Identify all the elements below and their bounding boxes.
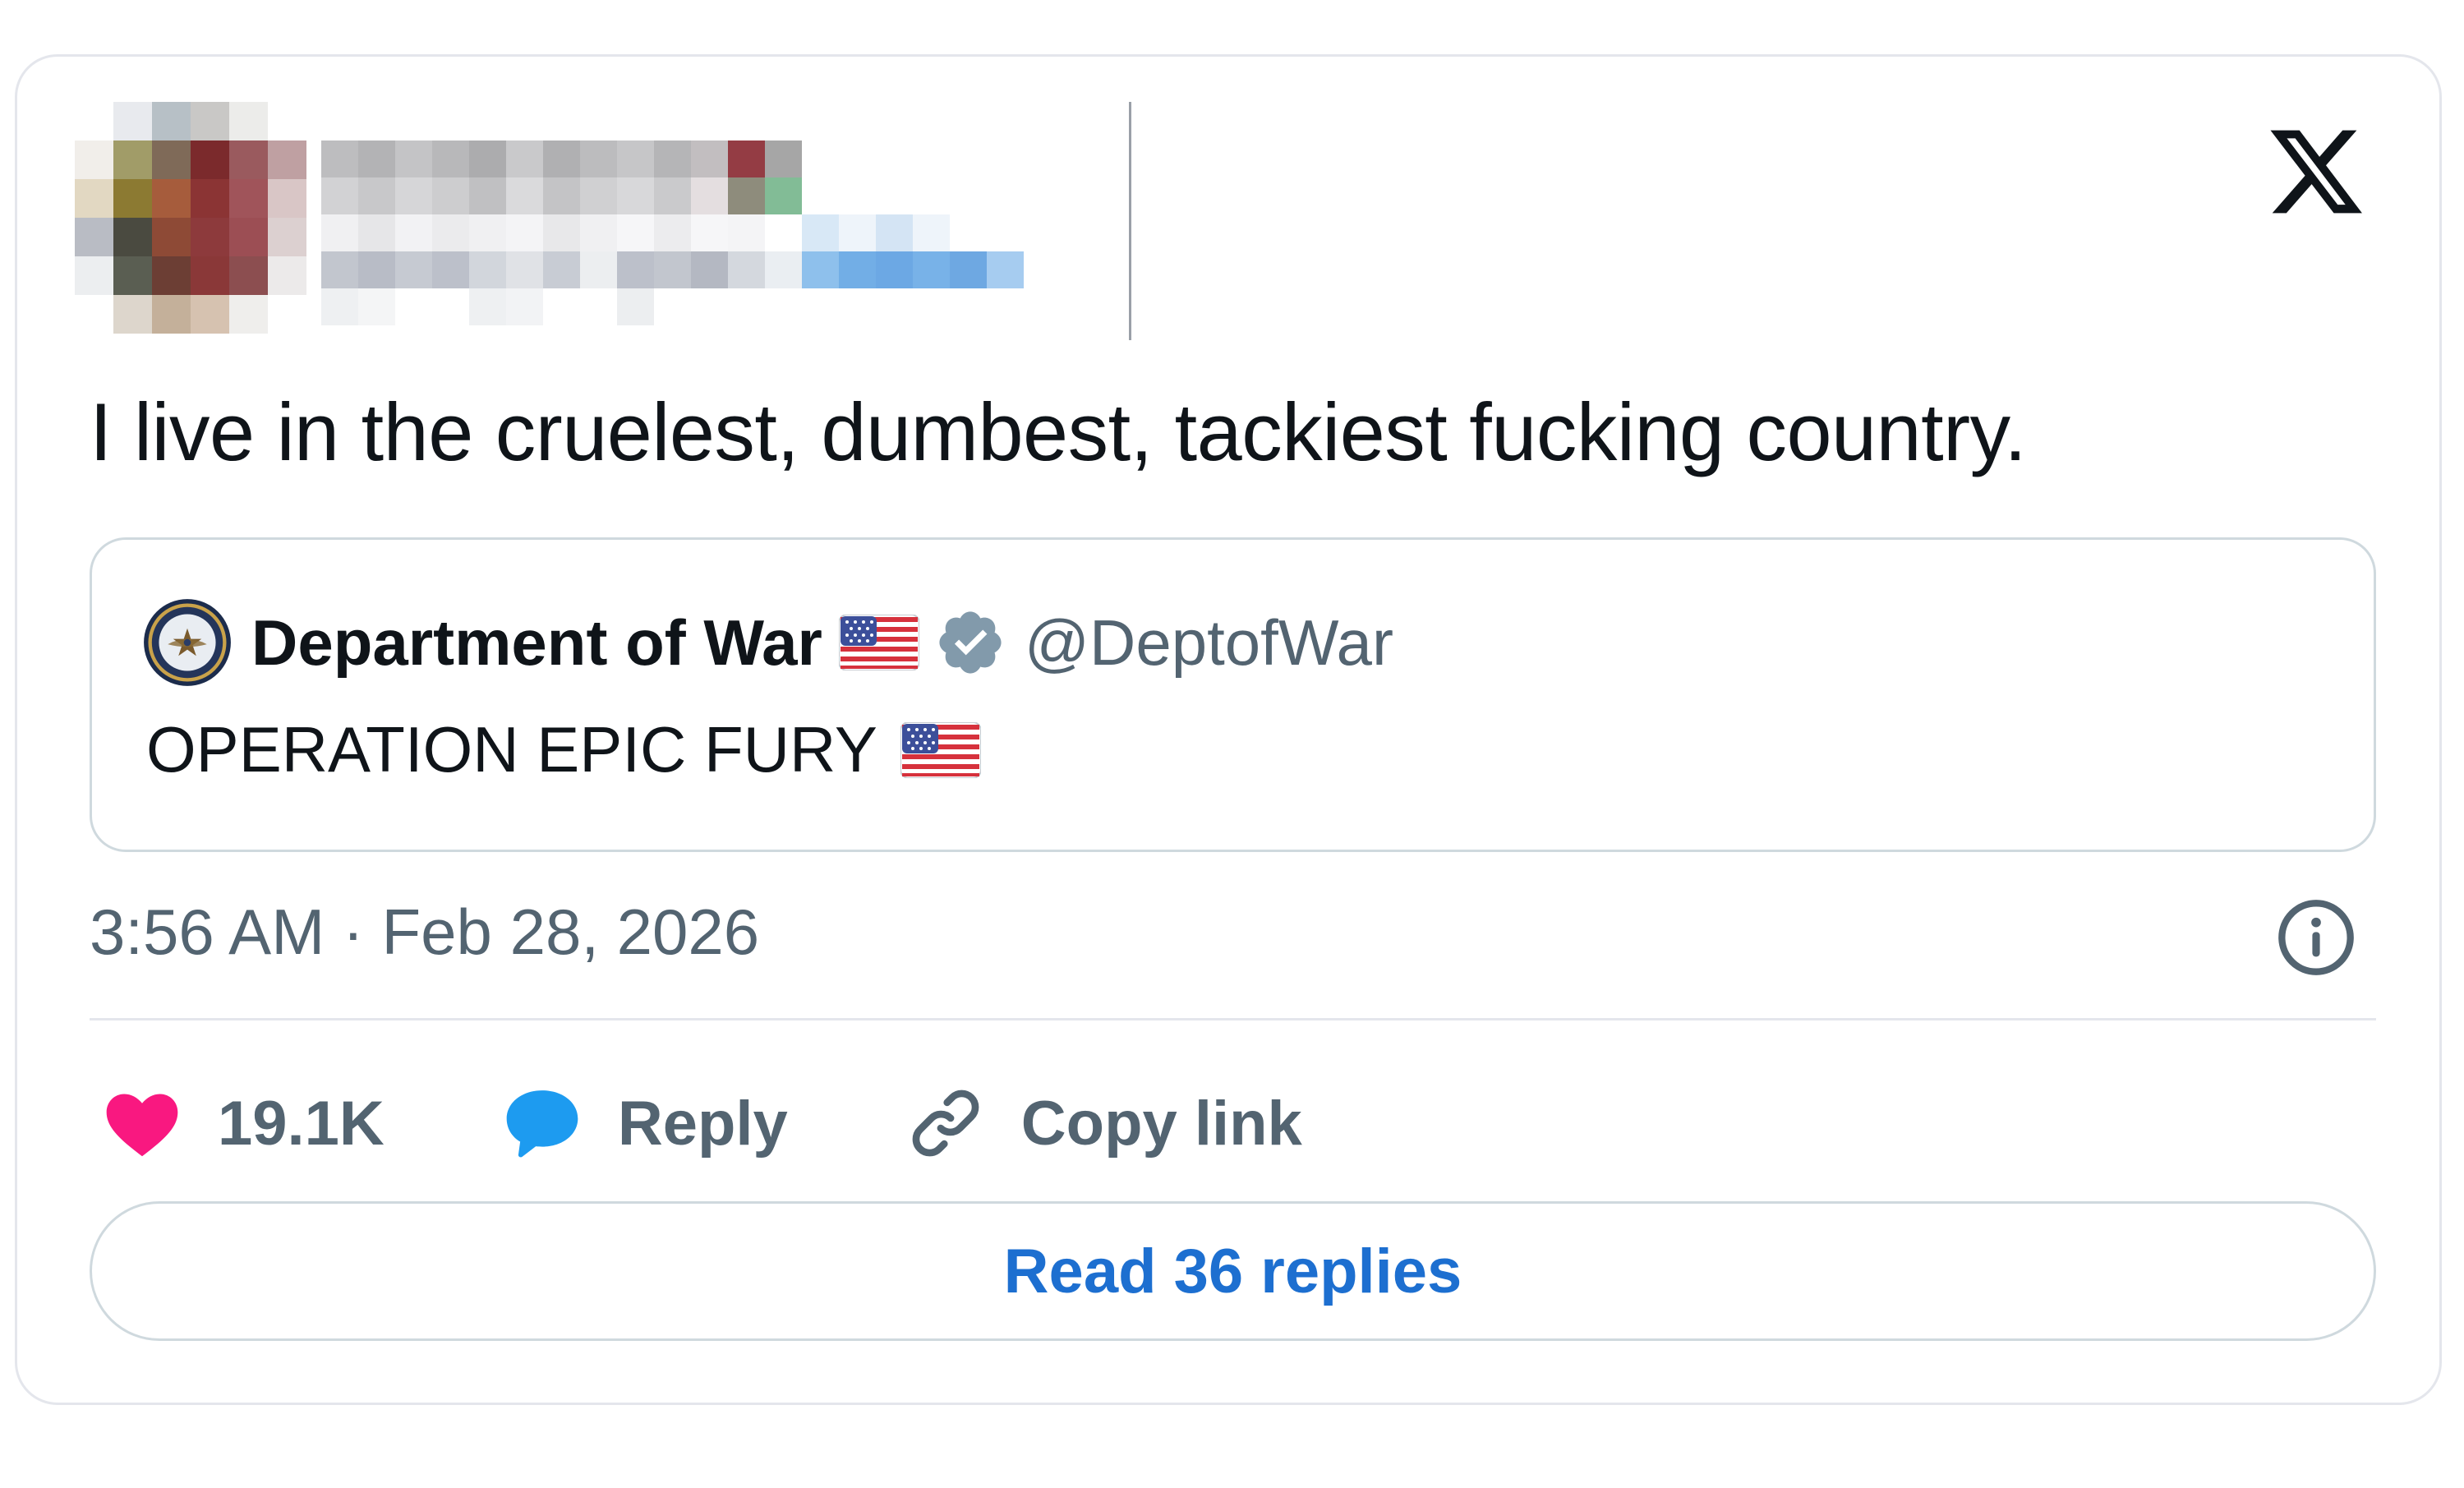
copy-link-label: Copy link (1020, 1088, 1302, 1159)
department-seal-avatar[interactable] (143, 598, 232, 687)
like-button[interactable]: 19.1K (99, 1080, 385, 1166)
verified-badge-icon (939, 611, 1002, 674)
tweet-actions: 19.1K Reply Copy link (99, 1078, 1302, 1168)
read-replies-button[interactable]: Read 36 replies (90, 1201, 2376, 1341)
info-icon[interactable] (2275, 896, 2357, 979)
like-count: 19.1K (218, 1088, 385, 1159)
redacted-avatar (75, 102, 306, 334)
x-logo-icon[interactable] (2265, 121, 2367, 223)
quoted-author-handle[interactable]: @DeptofWar (1025, 606, 1393, 680)
us-flag-icon (900, 721, 981, 778)
reply-label: Reply (617, 1088, 788, 1159)
tweet-text: I live in the cruelest, dumbest, tackies… (90, 386, 2027, 477)
quoted-tweet-header: Department of War @DeptofWar (143, 597, 1393, 688)
tweet-timestamp[interactable]: 3:56 AM · Feb 28, 2026 (90, 895, 759, 970)
quoted-tweet-body: OPERATION EPIC FURY (146, 712, 981, 787)
reply-bubble-icon (506, 1090, 578, 1158)
us-flag-icon (838, 615, 919, 670)
copy-link-button[interactable]: Copy link (903, 1080, 1302, 1166)
tweet-card: I live in the cruelest, dumbest, tackies… (15, 54, 2442, 1405)
author-divider (1129, 102, 1131, 340)
divider (90, 1018, 2376, 1020)
redacted-name-and-handle (321, 141, 1024, 325)
reply-button[interactable]: Reply (500, 1080, 788, 1166)
redacted-author-header (75, 102, 1135, 340)
quoted-tweet[interactable]: Department of War @DeptofWar OPERATION E… (90, 537, 2376, 852)
quoted-tweet-text: OPERATION EPIC FURY (146, 713, 877, 785)
link-icon (912, 1090, 979, 1157)
heart-icon (106, 1094, 178, 1157)
quoted-author-name[interactable]: Department of War (251, 606, 822, 680)
